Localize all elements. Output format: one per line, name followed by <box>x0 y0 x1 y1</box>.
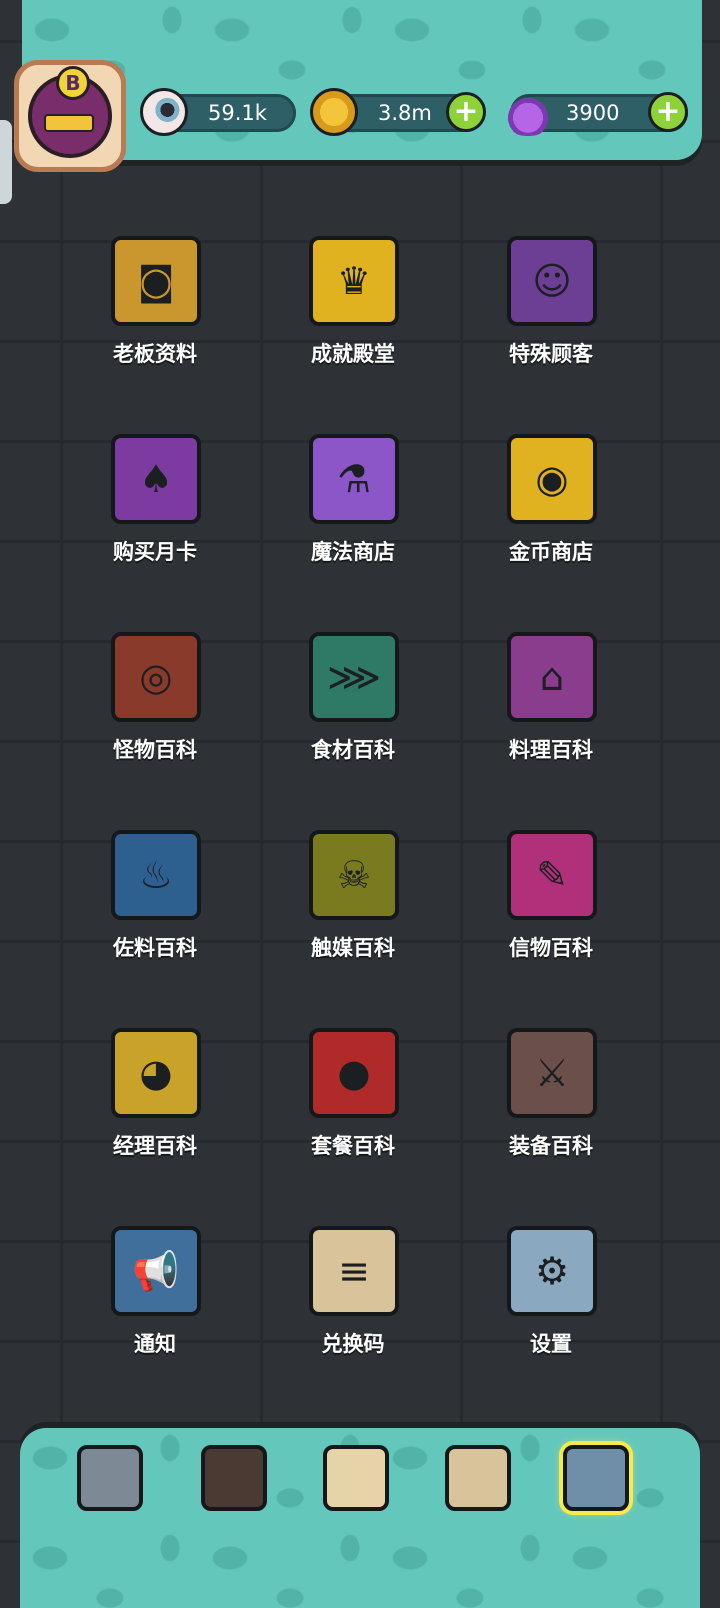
menu-item-label: 怪物百科 <box>113 738 197 762</box>
gear-icon: ⚙ <box>507 1226 597 1316</box>
menu-item[interactable]: ♠ 购买月卡 <box>55 434 255 614</box>
coin-icon <box>310 88 358 136</box>
book-icon <box>323 1445 389 1511</box>
coin-count: 3.8m <box>378 101 432 125</box>
menu-item[interactable]: ◎ 怪物百科 <box>55 632 255 812</box>
eyeball-count: 59.1k <box>208 101 267 125</box>
menu-item[interactable]: ● 套餐百科 <box>253 1028 453 1208</box>
monthly-card-icon: ♠ <box>111 434 201 524</box>
menu-item[interactable]: ♨ 佐料百科 <box>55 830 255 1010</box>
menu-item[interactable]: ◉ 金币商店 <box>451 434 651 614</box>
menu-item-label: 触媒百科 <box>311 936 395 960</box>
menu-item[interactable]: ⚗ 魔法商店 <box>253 434 453 614</box>
manager-book-icon: ◕ <box>111 1028 201 1118</box>
menu-item[interactable]: ☠ 触媒百科 <box>253 830 453 1010</box>
menu-item[interactable]: ⚙ 设置 <box>451 1226 651 1406</box>
eyeball-icon <box>140 88 188 136</box>
sword-book-icon: ⚔ <box>507 1028 597 1118</box>
avatar-face: B <box>28 66 112 158</box>
bottom-nav-button[interactable] <box>438 1438 518 1518</box>
scroll-icon: ≡ <box>309 1226 399 1316</box>
monster-icon <box>201 1445 267 1511</box>
avatar-mouth <box>44 114 94 132</box>
player-avatar[interactable]: B <box>14 60 126 172</box>
trophy-icon: ♛ <box>309 236 399 326</box>
restaurant-icon <box>77 1445 143 1511</box>
bottom-nav-button[interactable] <box>70 1438 150 1518</box>
menu-item-label: 信物百科 <box>509 936 593 960</box>
money-bag-icon <box>445 1445 511 1511</box>
monster-book-icon: ◎ <box>111 632 201 722</box>
menu-item-label: 兑换码 <box>321 1332 385 1356</box>
token-book-icon: ✎ <box>507 830 597 920</box>
rank-badge: B <box>56 66 90 100</box>
menu-item[interactable]: ≡ 兑换码 <box>253 1226 453 1406</box>
potion-resource: 3900 + <box>504 88 688 136</box>
menu-item[interactable]: ♛ 成就殿堂 <box>253 236 453 416</box>
cloche-book-icon: ⌂ <box>507 632 597 722</box>
menu-item[interactable]: ⋙ 食材百科 <box>253 632 453 812</box>
add-potion-button[interactable]: + <box>648 92 688 132</box>
menu-item-label: 料理百科 <box>509 738 593 762</box>
skull-book-icon: ☠ <box>309 830 399 920</box>
menu-item-label: 装备百科 <box>509 1134 593 1158</box>
menu-item[interactable]: ✎ 信物百科 <box>451 830 651 1010</box>
horn-icon: 📢 <box>111 1226 201 1316</box>
menu-item-label: 通知 <box>134 1332 176 1356</box>
menu-item-label: 老板资料 <box>113 342 197 366</box>
portrait-book-icon: ☺ <box>507 236 597 326</box>
menu-item[interactable]: 📢 通知 <box>55 1226 255 1406</box>
id-card-icon: ◙ <box>111 236 201 326</box>
menu-item[interactable]: ◙ 老板资料 <box>55 236 255 416</box>
menu-grid-icon <box>563 1445 629 1511</box>
menu-item-label: 经理百科 <box>113 1134 197 1158</box>
sauce-book-icon: ♨ <box>111 830 201 920</box>
menu-item-label: 套餐百科 <box>311 1134 395 1158</box>
menu-item-label: 魔法商店 <box>311 540 395 564</box>
coin-stack-icon: ◉ <box>507 434 597 524</box>
bottom-nav-button[interactable] <box>556 1438 636 1518</box>
meal-book-icon: ● <box>309 1028 399 1118</box>
menu-item[interactable]: ◕ 经理百科 <box>55 1028 255 1208</box>
potion-bottles-icon: ⚗ <box>309 434 399 524</box>
bottom-nav-button[interactable] <box>194 1438 274 1518</box>
menu-item-label: 佐料百科 <box>113 936 197 960</box>
side-tab[interactable] <box>0 120 12 204</box>
potion-count: 3900 <box>566 101 620 125</box>
menu-item-label: 设置 <box>530 1332 572 1356</box>
menu-item-label: 购买月卡 <box>113 540 197 564</box>
menu-item[interactable]: ⚔ 装备百科 <box>451 1028 651 1208</box>
eyeball-resource: 59.1k <box>140 88 296 136</box>
menu-item[interactable]: ⌂ 料理百科 <box>451 632 651 812</box>
potion-icon <box>504 88 552 136</box>
menu-item-label: 特殊顾客 <box>509 342 593 366</box>
menu-item[interactable]: ☺ 特殊顾客 <box>451 236 651 416</box>
coin-resource: 3.8m + <box>310 88 486 136</box>
bottom-nav-button[interactable] <box>316 1438 396 1518</box>
menu-item-label: 食材百科 <box>311 738 395 762</box>
menu-item-label: 成就殿堂 <box>311 342 395 366</box>
add-coins-button[interactable]: + <box>446 92 486 132</box>
fish-bone-book-icon: ⋙ <box>309 632 399 722</box>
menu-item-label: 金币商店 <box>509 540 593 564</box>
